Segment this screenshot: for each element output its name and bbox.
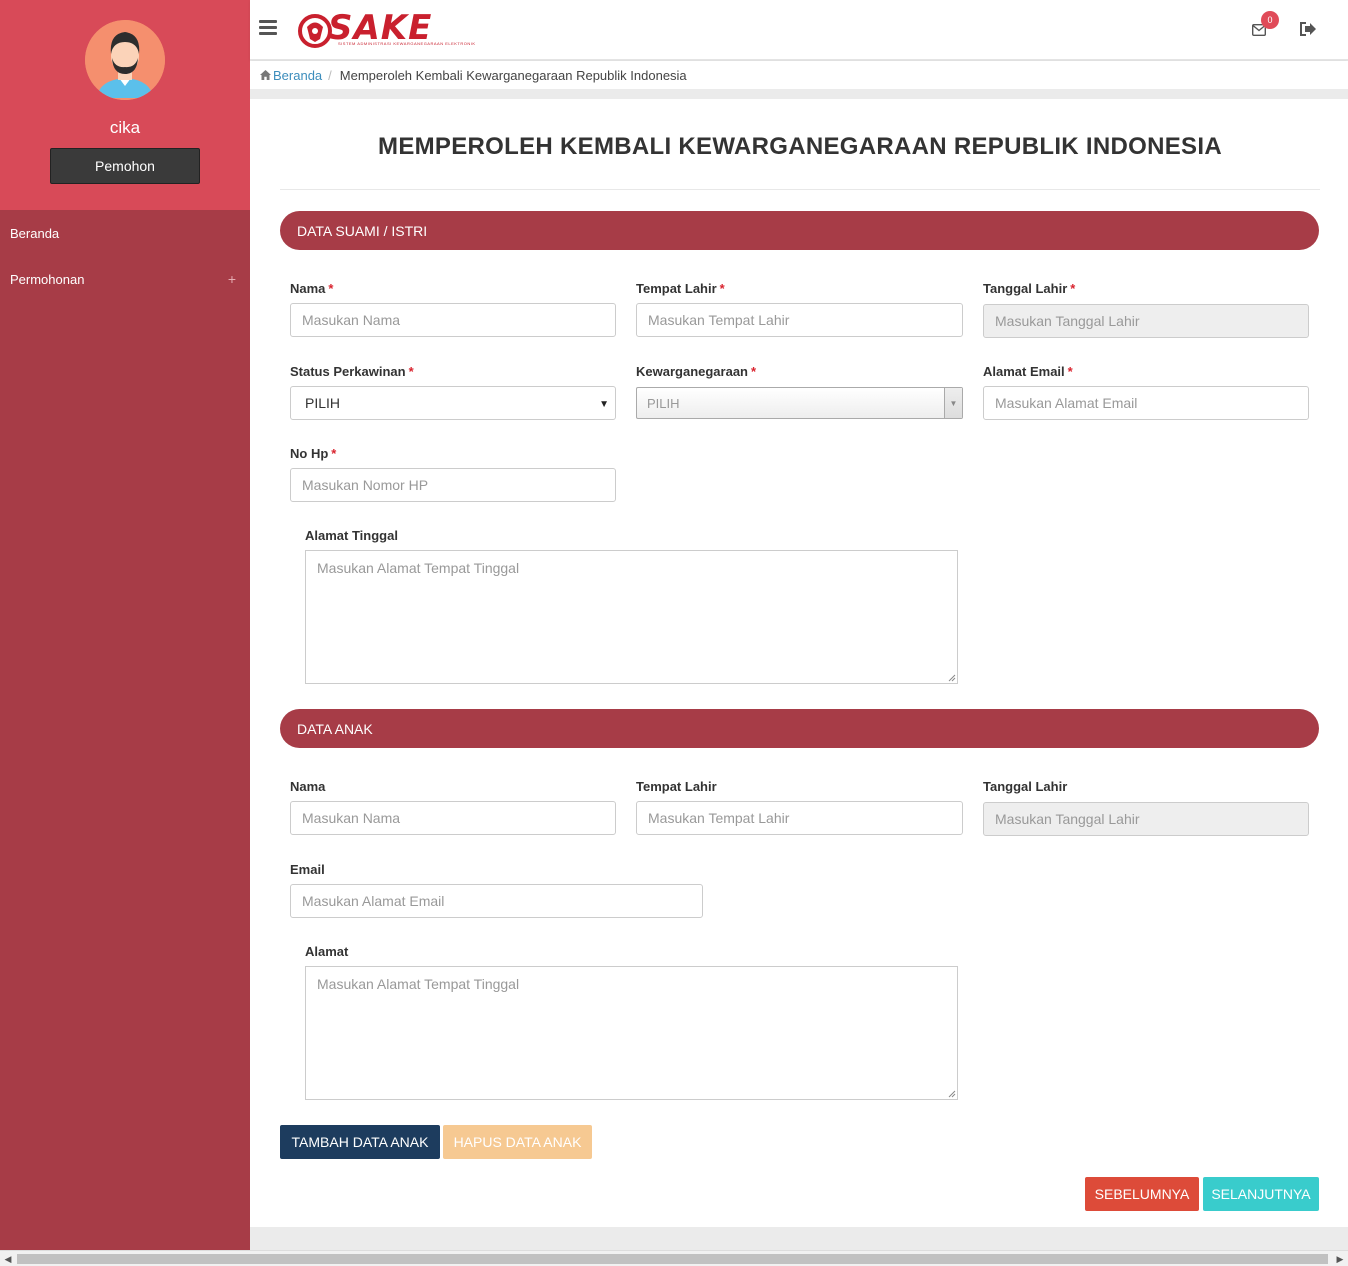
spouse-nama-input[interactable]: Masukan Nama xyxy=(290,303,616,337)
child-email-input[interactable]: Masukan Alamat Email xyxy=(290,884,703,918)
child-tempat-lahir-label: Tempat Lahir xyxy=(636,779,717,794)
user-avatar-icon xyxy=(85,20,165,100)
spouse-status-value: PILIH xyxy=(305,395,341,411)
child-alamat-textarea[interactable]: Masukan Alamat Tempat Tinggal xyxy=(305,966,958,1100)
sidebar-item-label: Beranda xyxy=(10,225,60,241)
spouse-tempat-lahir-label: Tempat Lahir * xyxy=(636,281,725,296)
sidebar-item-beranda[interactable]: Beranda xyxy=(0,210,250,256)
child-nama-input[interactable]: Masukan Nama xyxy=(290,801,616,835)
child-tanggal-lahir-input[interactable]: Masukan Tanggal Lahir xyxy=(983,802,1309,836)
resize-grip-icon[interactable] xyxy=(947,1089,956,1098)
spouse-tanggal-lahir-label: Tanggal Lahir * xyxy=(983,281,1076,296)
page-title: MEMPEROLEH KEMBALI KEWARGANEGARAAN REPUB… xyxy=(378,133,1222,160)
previous-button[interactable]: SEBELUMNYA xyxy=(1085,1177,1199,1211)
add-child-button[interactable]: TAMBAH DATA ANAK xyxy=(280,1125,440,1159)
child-email-label: Email xyxy=(290,862,325,877)
breadcrumb-home-link[interactable]: Beranda xyxy=(260,68,322,83)
spouse-nama-label: Nama * xyxy=(290,281,334,296)
spouse-email-input[interactable]: Masukan Alamat Email xyxy=(983,386,1309,420)
sidebar-item-permohonan[interactable]: Permohonan + xyxy=(0,256,250,302)
scrollbar-thumb[interactable] xyxy=(17,1254,1328,1264)
topbar: SAKE SISTEM ADMINISTRASI KEWARGANEGARAAN… xyxy=(250,0,1348,60)
child-alamat-label: Alamat xyxy=(305,944,349,959)
spouse-kewarganegaraan-select[interactable]: PILIH ▼ xyxy=(636,387,963,419)
notification-badge: 0 xyxy=(1261,11,1279,29)
next-button[interactable]: SELANJUTNYA xyxy=(1203,1177,1319,1211)
spouse-hp-input[interactable]: Masukan Nomor HP xyxy=(290,468,616,502)
sidebar-item-label: Permohonan xyxy=(10,271,85,287)
hamburger-icon[interactable] xyxy=(259,20,277,36)
spouse-tempat-lahir-input[interactable]: Masukan Tempat Lahir xyxy=(636,303,963,337)
breadcrumb: Beranda / Memperoleh Kembali Kewarganega… xyxy=(250,61,1348,89)
sidebar: cika Pemohon Beranda Permohonan + xyxy=(0,0,250,1250)
expand-plus-icon[interactable]: + xyxy=(228,271,236,287)
child-alamat-placeholder: Masukan Alamat Tempat Tinggal xyxy=(317,976,520,992)
avatar xyxy=(85,20,165,100)
role-button[interactable]: Pemohon xyxy=(50,148,200,184)
spouse-hp-label: No Hp * xyxy=(290,446,337,461)
child-nama-label: Nama xyxy=(290,779,326,794)
username: cika xyxy=(109,118,141,137)
spouse-tanggal-lahir-input[interactable]: Masukan Tanggal Lahir xyxy=(983,304,1309,338)
user-profile: cika Pemohon xyxy=(0,0,250,210)
child-tanggal-lahir-label: Tanggal Lahir xyxy=(983,779,1068,794)
horizontal-scrollbar[interactable]: ◀ ▶ xyxy=(0,1250,1348,1266)
breadcrumb-home-label: Beranda xyxy=(273,67,323,83)
breadcrumb-separator: / xyxy=(328,67,332,83)
resize-grip-icon[interactable] xyxy=(947,673,956,682)
title-divider xyxy=(280,189,1320,190)
spouse-alamat-textarea[interactable]: Masukan Alamat Tempat Tinggal xyxy=(305,550,958,684)
spouse-alamat-placeholder: Masukan Alamat Tempat Tinggal xyxy=(317,560,520,576)
sign-out-icon[interactable] xyxy=(1299,21,1317,37)
sake-logo[interactable]: SAKE SISTEM ADMINISTRASI KEWARGANEGARAAN… xyxy=(298,8,475,50)
scroll-left-icon[interactable]: ◀ xyxy=(3,1254,13,1265)
form-panel: MEMPEROLEH KEMBALI KEWARGANEGARAAN REPUB… xyxy=(250,99,1348,1227)
garuda-emblem-icon xyxy=(298,14,332,48)
spouse-kewarganegaraan-value: PILIH xyxy=(647,395,680,411)
spouse-kewarganegaraan-label: Kewarganegaraan * xyxy=(636,364,757,379)
spouse-alamat-label: Alamat Tinggal xyxy=(305,528,398,543)
spouse-status-select[interactable]: PILIH ▼ xyxy=(290,386,616,420)
caret-down-icon: ▼ xyxy=(599,399,609,410)
child-tempat-lahir-input[interactable]: Masukan Tempat Lahir xyxy=(636,801,963,835)
section-header-spouse: DATA SUAMI / ISTRI xyxy=(280,211,1319,250)
scroll-right-icon[interactable]: ▶ xyxy=(1335,1254,1345,1265)
home-icon xyxy=(260,70,271,80)
logo-subtitle: SISTEM ADMINISTRASI KEWARGANEGARAAN ELEK… xyxy=(338,41,476,46)
remove-child-button[interactable]: HAPUS DATA ANAK xyxy=(443,1125,592,1159)
section-header-child: DATA ANAK xyxy=(280,709,1319,748)
spouse-email-label: Alamat Email * xyxy=(983,364,1073,379)
caret-down-icon: ▼ xyxy=(944,388,962,418)
breadcrumb-current: Memperoleh Kembali Kewarganegaraan Repub… xyxy=(339,67,687,83)
spouse-status-label: Status Perkawinan * xyxy=(290,364,414,379)
